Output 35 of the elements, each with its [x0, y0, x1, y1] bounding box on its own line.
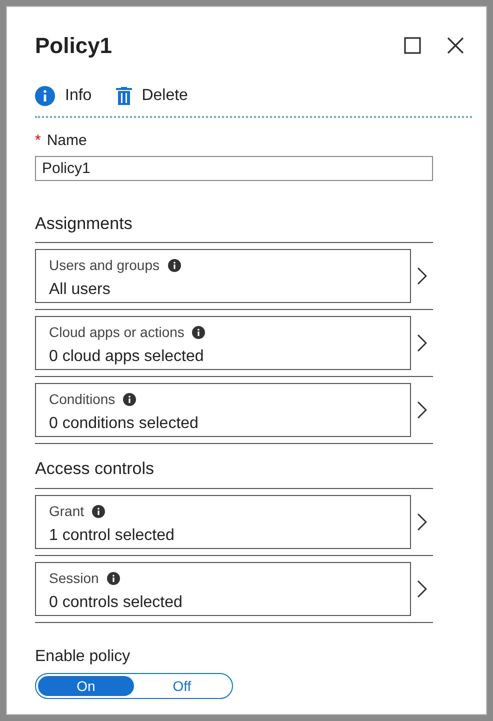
delete-button[interactable]: Delete	[116, 84, 188, 108]
toggle-option[interactable]: On	[38, 676, 134, 696]
enable-policy-label: Enable policy	[35, 646, 132, 666]
trash-icon	[116, 87, 132, 105]
chevron-right-icon	[417, 401, 427, 419]
info-icon	[92, 504, 106, 518]
chevron-right-icon	[417, 334, 427, 352]
row-label: Conditions	[49, 390, 116, 409]
row-label: Grant	[49, 502, 84, 520]
panel-title: Policy1	[35, 32, 112, 60]
chevron-right-icon	[417, 267, 427, 285]
row-value: 0 cloud apps selected	[49, 347, 205, 367]
info-icon	[35, 86, 55, 106]
section-heading: Access controls	[35, 456, 433, 488]
info-button[interactable]: Info	[35, 84, 92, 108]
close-icon[interactable]	[447, 37, 464, 54]
row-label: Users and groups	[49, 256, 160, 275]
info-icon	[192, 326, 206, 339]
info-icon	[123, 393, 136, 406]
chevron-right-icon	[417, 512, 427, 530]
row-label: Session	[49, 568, 99, 588]
chevron-right-icon	[417, 580, 427, 598]
info-icon	[106, 572, 120, 584]
name-label: Name	[46, 131, 87, 151]
name-field[interactable]: Policy1	[35, 156, 433, 180]
row-value: All users	[49, 280, 112, 300]
row-value: 0 conditions selected	[49, 414, 200, 434]
row-label: Cloud apps or actions	[49, 323, 184, 342]
section-heading: Assignments	[35, 210, 433, 243]
row-value: 1 control selected	[49, 526, 176, 546]
policy-toggle[interactable]: On Off	[35, 672, 233, 698]
row-value: 0 controls selected	[49, 592, 184, 612]
required-mark: *	[35, 131, 41, 151]
maximize-icon[interactable]	[404, 37, 421, 54]
info-icon	[168, 259, 181, 272]
